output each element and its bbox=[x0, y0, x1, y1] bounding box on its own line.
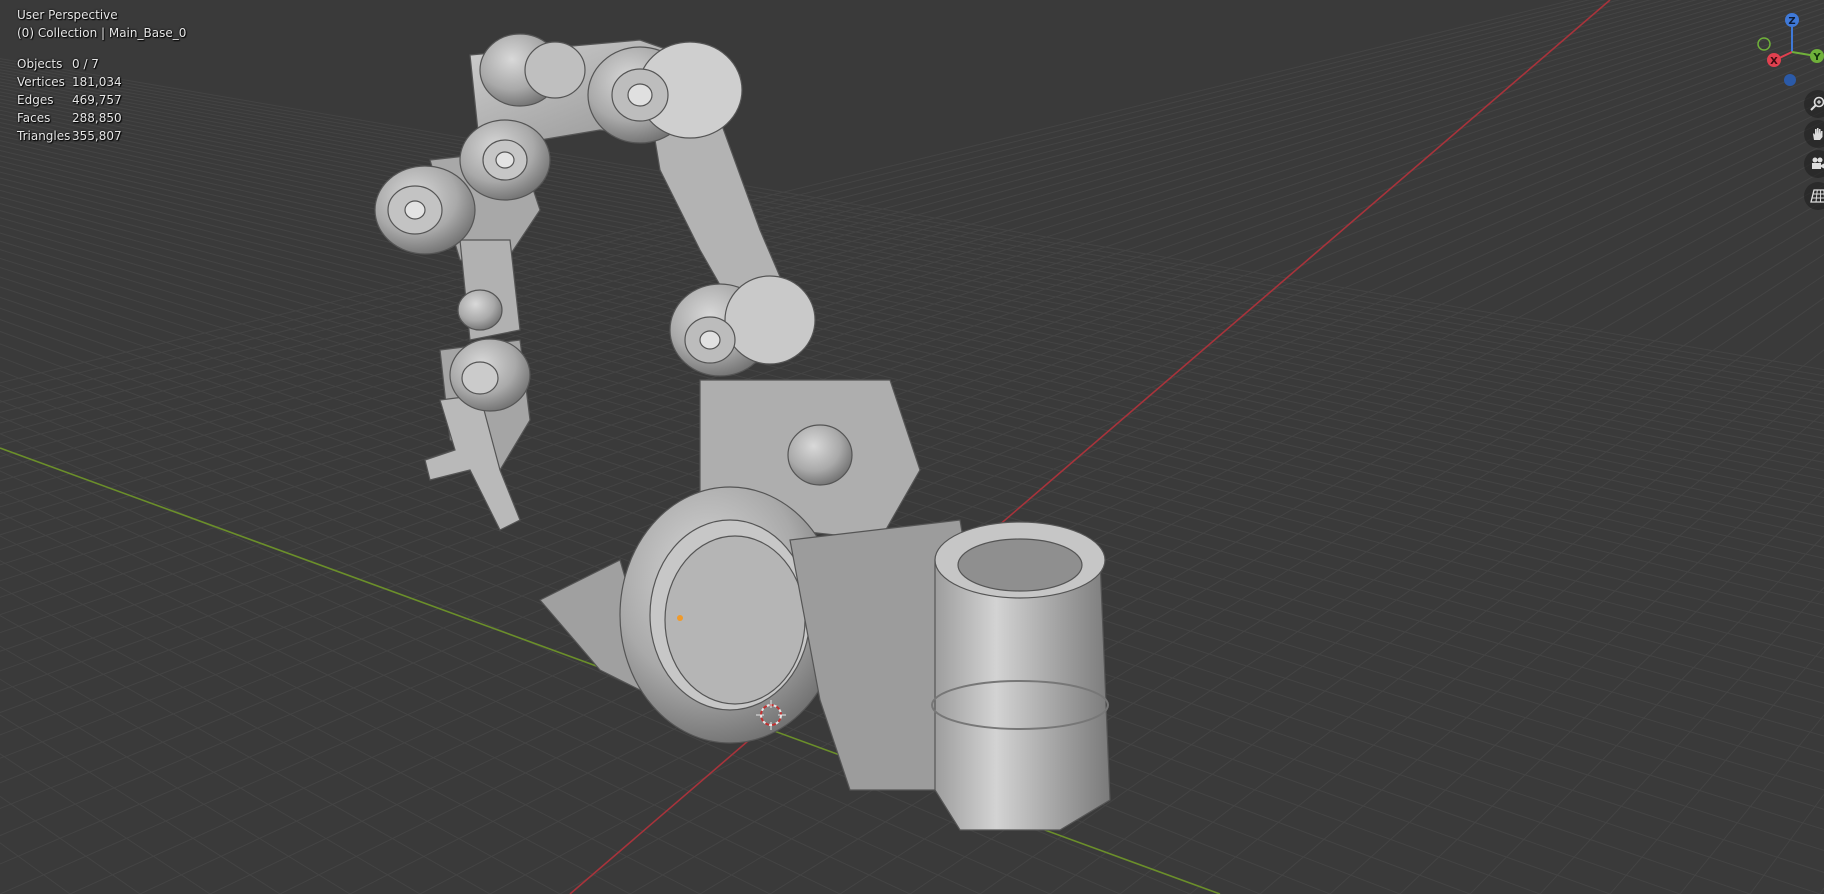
viewport-scene[interactable] bbox=[0, 0, 1824, 894]
joint-mid-left bbox=[459, 119, 551, 201]
gizmo-z-label: Z bbox=[1788, 16, 1795, 27]
hand-pan-icon bbox=[1813, 128, 1823, 140]
joint-elbow bbox=[669, 275, 816, 377]
joint-top-right bbox=[587, 41, 743, 144]
stat-label: Triangles bbox=[17, 129, 71, 143]
perspective-toggle-button[interactable] bbox=[1804, 182, 1824, 210]
object-origin-dot bbox=[677, 615, 683, 621]
base-cylinder bbox=[931, 521, 1111, 831]
stat-label: Edges bbox=[17, 93, 54, 107]
gizmo-neg-y-axis[interactable] bbox=[1757, 37, 1771, 51]
scene-statistics: Objects 0 / 7 Vertices 181,034 Edges 469… bbox=[17, 55, 122, 145]
stat-value: 181,034 bbox=[72, 75, 122, 89]
stat-value: 469,757 bbox=[72, 93, 122, 107]
stat-value: 355,807 bbox=[72, 129, 122, 143]
stat-row-triangles: Triangles 355,807 bbox=[17, 127, 122, 145]
gizmo-x-label: X bbox=[1770, 56, 1778, 67]
stat-row-edges: Edges 469,757 bbox=[17, 91, 122, 109]
joint-top-left bbox=[479, 33, 586, 107]
grid-perspective-icon bbox=[1810, 189, 1824, 203]
joint-far-left bbox=[374, 165, 476, 255]
stat-value: 0 / 7 bbox=[72, 57, 99, 71]
stat-label: Vertices bbox=[17, 75, 65, 89]
stat-row-objects: Objects 0 / 7 bbox=[17, 55, 122, 73]
robot-arm-model[interactable] bbox=[374, 33, 1111, 831]
navigation-gizmo[interactable]: Z X Y bbox=[1752, 10, 1824, 90]
pan-button[interactable] bbox=[1804, 120, 1824, 148]
collection-label: (0) Collection | Main_Base_0 bbox=[17, 26, 187, 40]
zoom-icon bbox=[1810, 96, 1824, 111]
gizmo-y-label: Y bbox=[1812, 52, 1821, 63]
stat-label: Faces bbox=[17, 111, 51, 125]
camera-view-button[interactable] bbox=[1804, 150, 1824, 178]
3d-viewport[interactable]: User Perspective (0) Collection | Main_B… bbox=[0, 0, 1824, 894]
gizmo-neg-z-axis[interactable] bbox=[1784, 74, 1796, 86]
zoom-button[interactable] bbox=[1804, 90, 1824, 118]
stat-value: 288,850 bbox=[72, 111, 122, 125]
camera-icon bbox=[1812, 157, 1824, 169]
stat-row-faces: Faces 288,850 bbox=[17, 109, 122, 127]
stat-row-vertices: Vertices 181,034 bbox=[17, 73, 122, 91]
view-name-label: User Perspective bbox=[17, 8, 118, 22]
stat-label: Objects bbox=[17, 57, 63, 71]
